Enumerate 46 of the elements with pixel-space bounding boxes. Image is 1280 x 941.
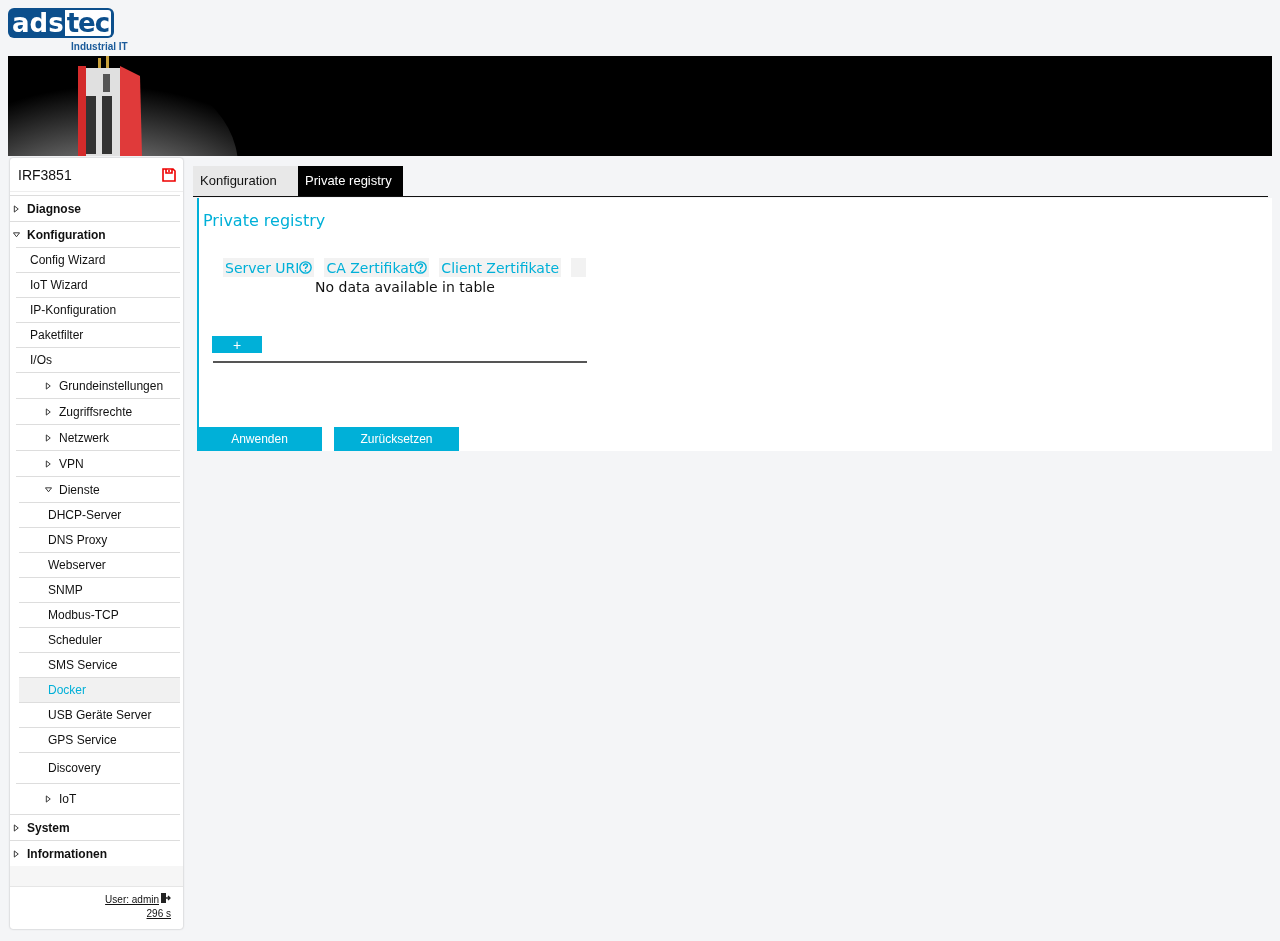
caret-right-icon [13,204,20,213]
caret-right-icon [45,407,52,416]
caret-right-icon [45,433,52,442]
menu-item[interactable]: Discovery [19,752,180,783]
menu-item[interactable]: System [10,814,180,840]
menu-item[interactable]: Paketfilter [16,322,180,347]
logout-icon[interactable] [161,893,171,903]
caret-right-icon [13,823,20,832]
caret-right-icon [13,849,20,858]
menu-item[interactable]: Config Wizard [16,247,180,272]
help-icon[interactable] [414,261,428,274]
menu-item[interactable]: SNMP [19,577,180,602]
menu-item[interactable]: USB Geräte Server [19,702,180,727]
empty-table-message: No data available in table [315,279,496,295]
menu-item[interactable]: VPN [16,450,180,476]
menu-item[interactable]: Modbus-TCP [19,602,180,627]
logo: adstec [8,8,115,38]
session-timer[interactable]: 296 s [22,907,171,921]
menu-item[interactable]: IP-Konfiguration [16,297,180,322]
menu-item[interactable]: IoT [16,783,180,814]
menu-item[interactable]: Grundeinstellungen [16,372,180,398]
menu-item[interactable]: I/Os [16,347,180,372]
logo-tagline: Industrial IT [71,41,128,52]
menu-item[interactable]: DHCP-Server [19,502,180,527]
caret-down-icon [13,230,20,239]
panel-title: Private registry [203,211,327,230]
menu-item[interactable]: Zugriffsrechte [16,398,180,424]
save-icon[interactable] [162,168,176,182]
caret-right-icon [45,459,52,468]
tab[interactable]: Private registry [298,166,403,196]
caret-down-icon [45,485,52,494]
menu-item[interactable]: Netzwerk [16,424,180,450]
tab[interactable]: Konfiguration [193,166,298,196]
menu-item[interactable]: Scheduler [19,627,180,652]
menu-item[interactable]: Dienste [16,476,180,502]
device-name: IRF3851 [18,167,72,183]
menu-item[interactable]: Konfiguration [10,221,180,247]
menu-item[interactable]: DNS Proxy [19,527,180,552]
menu-item[interactable]: IoT Wizard [16,272,180,297]
menu-item[interactable]: GPS Service [19,727,180,752]
help-icon[interactable] [299,261,313,274]
user-link[interactable]: User: admin [105,894,159,905]
menu-item[interactable]: Diagnose [10,195,180,221]
caret-right-icon [45,795,52,803]
caret-right-icon [45,381,52,390]
menu-item[interactable]: Webserver [19,552,180,577]
